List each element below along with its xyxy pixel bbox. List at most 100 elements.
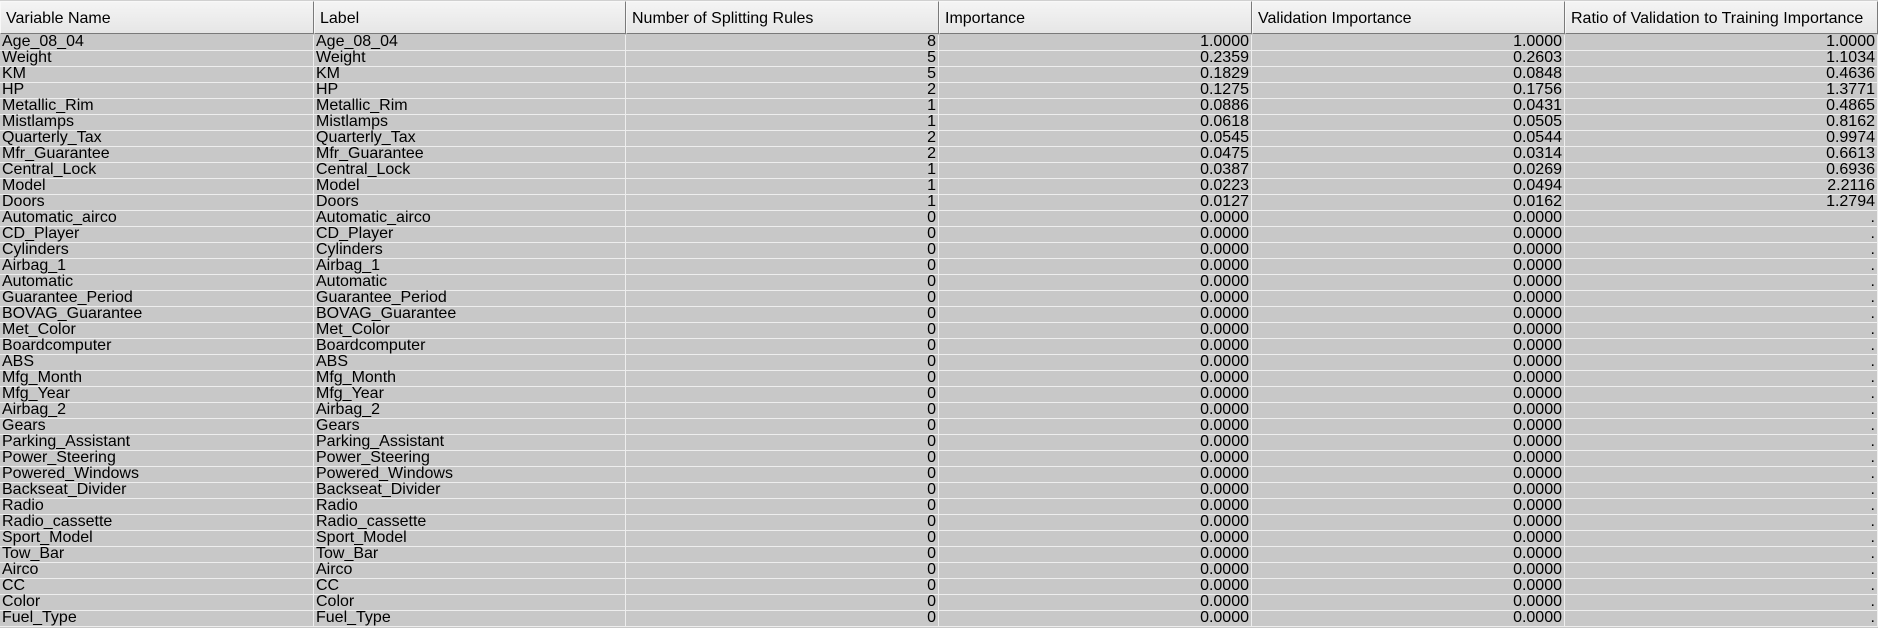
column-header-splitting-rules[interactable]: Number of Splitting Rules <box>626 1 939 34</box>
column-header-label[interactable]: Label <box>314 1 626 34</box>
variable-name-cell: Tow_Bar <box>0 546 314 562</box>
table-row[interactable]: CC CC 0 0.0000 0.0000. <box>0 578 1878 595</box>
table-row[interactable]: Color Color 0 0.0000 0.0000. <box>0 594 1878 611</box>
ratio-cell: . <box>1565 274 1878 290</box>
variable-name-cell: Guarantee_Period <box>0 290 314 306</box>
splitting-rules-cell: 1 <box>626 98 939 114</box>
validation-importance-cell: 0.0848 <box>1252 66 1565 82</box>
table-row[interactable]: Backseat_Divider Backseat_Divider 0 0.0000 0… <box>0 482 1878 499</box>
importance-cell: 0.0545 <box>939 130 1252 146</box>
splitting-rules-cell: 0 <box>626 274 939 290</box>
splitting-rules-cell: 0 <box>626 402 939 418</box>
column-header-ratio[interactable]: Ratio of Validation to Training Importan… <box>1565 1 1878 34</box>
ratio-cell: . <box>1565 226 1878 242</box>
importance-cell: 0.1829 <box>939 66 1252 82</box>
table-row[interactable]: Mfg_Month Mfg_Month 0 0.0000 0.0000. <box>0 370 1878 387</box>
table-row[interactable]: BOVAG_Guarantee BOVAG_Guarantee 0 0.0000 0.0… <box>0 306 1878 323</box>
table-row[interactable]: Met_Color Met_Color 0 0.0000 0.0000. <box>0 322 1878 339</box>
ratio-cell: . <box>1565 610 1878 626</box>
importance-cell: 0.0000 <box>939 610 1252 626</box>
column-header-validation-importance[interactable]: Validation Importance <box>1252 1 1565 34</box>
variable-name-cell: Parking_Assistant <box>0 434 314 450</box>
splitting-rules-cell: 0 <box>626 482 939 498</box>
table-row[interactable]: Automatic Automatic 0 0.0000 0.0000. <box>0 274 1878 291</box>
validation-importance-cell: 0.0505 <box>1252 114 1565 130</box>
table-row[interactable]: Boardcomputer Boardcomputer 0 0.0000 0.0000. <box>0 338 1878 355</box>
table-row[interactable]: Mfg_Year Mfg_Year 0 0.0000 0.0000. <box>0 386 1878 403</box>
ratio-cell: . <box>1565 530 1878 546</box>
ratio-cell: . <box>1565 578 1878 594</box>
table-row[interactable]: Fuel_Type Fuel_Type 0 0.0000 0.0000. <box>0 610 1878 627</box>
table-row[interactable]: Automatic_airco Automatic_airco 0 0.0000 0.0… <box>0 210 1878 227</box>
variable-name-cell: Airco <box>0 562 314 578</box>
table-row[interactable]: Central_Lock Central_Lock 1 0.0387 0.0269 0.6… <box>0 162 1878 179</box>
ratio-cell: . <box>1565 594 1878 610</box>
table-row[interactable]: Weight Weight 5 0.2359 0.2603 1.1034 <box>0 50 1878 67</box>
table-row[interactable]: Powered_Windows Powered_Windows 0 0.0000 0.0… <box>0 466 1878 483</box>
label-cell: Powered_Windows <box>314 466 626 482</box>
variable-name-cell: BOVAG_Guarantee <box>0 306 314 322</box>
table-row[interactable]: Model Model 1 0.0223 0.0494 2.2116 <box>0 178 1878 195</box>
variable-name-cell: Quarterly_Tax <box>0 130 314 146</box>
table-row[interactable]: HP HP 2 0.1275 0.1756 1.3771 <box>0 82 1878 99</box>
importance-cell: 0.0000 <box>939 210 1252 226</box>
table-header: Variable Name Label Number of Splitting … <box>0 0 1878 34</box>
table-row[interactable]: Cylinders Cylinders 0 0.0000 0.0000. <box>0 242 1878 259</box>
ratio-cell: . <box>1565 562 1878 578</box>
table-row[interactable]: Gears Gears 0 0.0000 0.0000. <box>0 418 1878 435</box>
table-row[interactable]: Power_Steering Power_Steering 0 0.0000 0.000… <box>0 450 1878 467</box>
table-row[interactable]: Metallic_Rim Metallic_Rim 1 0.0886 0.0431 0.4… <box>0 98 1878 115</box>
importance-cell: 0.2359 <box>939 50 1252 66</box>
splitting-rules-cell: 0 <box>626 610 939 626</box>
splitting-rules-cell: 0 <box>626 354 939 370</box>
validation-importance-cell: 0.0000 <box>1252 322 1565 338</box>
table-row[interactable]: CD_Player CD_Player 0 0.0000 0.0000. <box>0 226 1878 243</box>
splitting-rules-cell: 0 <box>626 546 939 562</box>
variable-name-cell: Cylinders <box>0 242 314 258</box>
table-row[interactable]: Parking_Assistant Parking_Assistant 0 0.000… <box>0 434 1878 451</box>
column-header-importance[interactable]: Importance <box>939 1 1252 34</box>
label-cell: Radio <box>314 498 626 514</box>
table-row[interactable]: Airco Airco 0 0.0000 0.0000. <box>0 562 1878 579</box>
table-row[interactable]: Airbag_1 Airbag_1 0 0.0000 0.0000. <box>0 258 1878 275</box>
table-row[interactable]: ABS ABS 0 0.0000 0.0000. <box>0 354 1878 371</box>
validation-importance-cell: 0.0000 <box>1252 418 1565 434</box>
table-row[interactable]: Radio Radio 0 0.0000 0.0000. <box>0 498 1878 515</box>
importance-cell: 0.0000 <box>939 258 1252 274</box>
label-cell: Mistlamps <box>314 114 626 130</box>
table-row[interactable]: Tow_Bar Tow_Bar 0 0.0000 0.0000. <box>0 546 1878 563</box>
splitting-rules-cell: 0 <box>626 386 939 402</box>
label-cell: Weight <box>314 50 626 66</box>
importance-cell: 0.0000 <box>939 514 1252 530</box>
ratio-cell: . <box>1565 450 1878 466</box>
label-cell: Tow_Bar <box>314 546 626 562</box>
table-row[interactable]: Airbag_2 Airbag_2 0 0.0000 0.0000. <box>0 402 1878 419</box>
label-cell: Sport_Model <box>314 530 626 546</box>
table-row[interactable]: KM KM 5 0.1829 0.0848 0.4636 <box>0 66 1878 83</box>
table-row[interactable]: Mistlamps Mistlamps 1 0.0618 0.0505 0.8162 <box>0 114 1878 131</box>
variable-name-cell: Automatic <box>0 274 314 290</box>
label-cell: Mfg_Month <box>314 370 626 386</box>
label-cell: Doors <box>314 194 626 210</box>
splitting-rules-cell: 0 <box>626 434 939 450</box>
validation-importance-cell: 0.0000 <box>1252 242 1565 258</box>
splitting-rules-cell: 1 <box>626 194 939 210</box>
variable-name-cell: Color <box>0 594 314 610</box>
validation-importance-cell: 0.0000 <box>1252 594 1565 610</box>
table-row[interactable]: Radio_cassette Radio_cassette 0 0.0000 0.000… <box>0 514 1878 531</box>
table-row[interactable]: Doors Doors 1 0.0127 0.0162 1.2794 <box>0 194 1878 211</box>
column-header-variable-name[interactable]: Variable Name <box>0 1 314 34</box>
splitting-rules-cell: 0 <box>626 370 939 386</box>
variable-name-cell: Mfr_Guarantee <box>0 146 314 162</box>
splitting-rules-cell: 0 <box>626 322 939 338</box>
table-row[interactable]: Mfr_Guarantee Mfr_Guarantee 2 0.0475 0.0314 0… <box>0 146 1878 163</box>
splitting-rules-cell: 0 <box>626 290 939 306</box>
ratio-cell: 1.3771 <box>1565 82 1878 98</box>
table-row[interactable]: Age_08_04 Age_08_04 8 1.0000 1.0000 1.0000 <box>0 34 1878 51</box>
table-row[interactable]: Sport_Model Sport_Model 0 0.0000 0.0000. <box>0 530 1878 547</box>
validation-importance-cell: 0.0000 <box>1252 290 1565 306</box>
table-row[interactable]: Guarantee_Period Guarantee_Period 0 0.0000 0… <box>0 290 1878 307</box>
importance-cell: 0.0000 <box>939 418 1252 434</box>
table-row[interactable]: Quarterly_Tax Quarterly_Tax 2 0.0545 0.0544 0… <box>0 130 1878 147</box>
splitting-rules-cell: 5 <box>626 66 939 82</box>
